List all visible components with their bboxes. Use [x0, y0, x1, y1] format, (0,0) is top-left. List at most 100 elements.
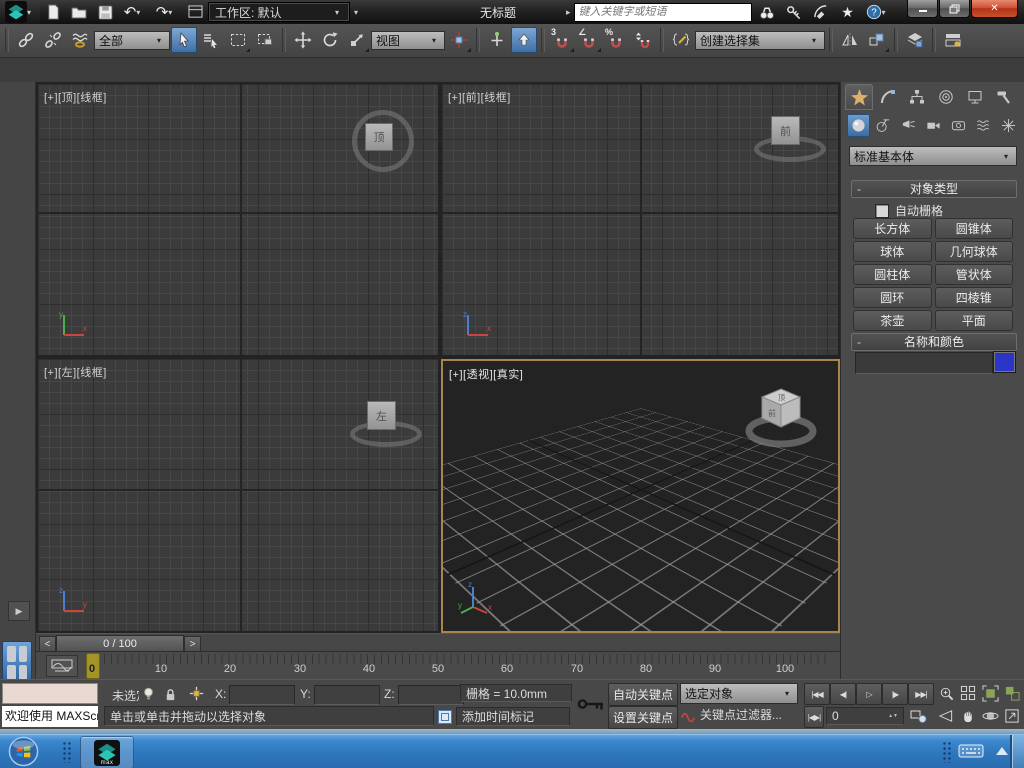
next-frame-button[interactable]: |▶: [882, 683, 908, 705]
set-key-button[interactable]: 设置关键点: [608, 706, 678, 729]
redo-caret-icon[interactable]: ▾: [168, 8, 176, 17]
frame-spinner[interactable]: ▲▼: [888, 713, 898, 719]
torus-button[interactable]: 圆环: [853, 287, 932, 308]
minimize-button[interactable]: [907, 0, 938, 18]
add-time-tag-button[interactable]: 添加时间标记: [456, 707, 570, 726]
viewcube-left-face[interactable]: 左: [367, 401, 396, 430]
key-filter-dropdown[interactable]: 选定对象 ▾: [680, 683, 798, 704]
angle-snap-button[interactable]: ∠: [576, 27, 602, 53]
isolate-selection-icon[interactable]: [138, 684, 158, 704]
category-geometry-button[interactable]: [847, 114, 870, 137]
show-hidden-icons-arrow[interactable]: [996, 747, 1008, 755]
time-slider-next-button[interactable]: >: [184, 636, 201, 652]
key-login-icon[interactable]: [782, 2, 806, 22]
x-coordinate-field[interactable]: [229, 685, 295, 705]
object-name-input[interactable]: [855, 352, 993, 374]
tab-modify[interactable]: [874, 84, 902, 110]
rectangular-selection-region-button[interactable]: [225, 27, 251, 53]
object-color-swatch[interactable]: [993, 351, 1016, 373]
snaps-toggle-3d-button[interactable]: 3: [549, 27, 575, 53]
box-button[interactable]: 长方体: [853, 218, 932, 239]
spinner-snap-button[interactable]: [630, 27, 656, 53]
close-button[interactable]: ✕: [971, 0, 1018, 18]
graphite-ribbon-toggle-button[interactable]: [940, 27, 966, 53]
show-desktop-button[interactable]: [1010, 735, 1024, 768]
tab-display[interactable]: [961, 84, 989, 110]
start-button[interactable]: [8, 736, 39, 767]
go-to-start-button[interactable]: |◀◀: [804, 683, 830, 705]
category-shapes-button[interactable]: [872, 114, 895, 137]
viewport-top-label[interactable]: [+][顶][线框]: [44, 89, 107, 105]
track-bar[interactable]: 0 10 20 30 40 50 60 70 80 90 100: [36, 651, 840, 679]
named-selection-sets-dropdown[interactable]: 创建选择集 ▾: [695, 30, 825, 50]
category-helpers-button[interactable]: [947, 114, 970, 137]
autogrid-checkbox[interactable]: [875, 203, 889, 218]
viewport-front-label[interactable]: [+][前][线框]: [448, 89, 511, 105]
maximize-button[interactable]: [939, 0, 970, 18]
percent-snap-button[interactable]: %: [603, 27, 629, 53]
viewport-top[interactable]: [+][顶][线框] 顶 y x: [38, 84, 438, 355]
maximize-viewport-toggle-icon[interactable]: [1002, 706, 1022, 726]
plane-button[interactable]: 平面: [934, 310, 1013, 331]
tube-button[interactable]: 管状体: [934, 264, 1013, 285]
keyboard-shortcut-override-button[interactable]: [511, 27, 537, 53]
category-lights-button[interactable]: [897, 114, 920, 137]
z-coordinate-field[interactable]: [398, 685, 464, 705]
app-menu-button[interactable]: ▾: [0, 0, 40, 24]
category-systems-button[interactable]: [997, 114, 1020, 137]
select-by-name-button[interactable]: [198, 27, 224, 53]
layer-manager-button[interactable]: [902, 27, 928, 53]
maxscript-mini-listener[interactable]: [2, 683, 98, 704]
orbit-icon[interactable]: [980, 706, 1000, 726]
selection-lock-icon[interactable]: [160, 684, 180, 704]
open-file-button[interactable]: [66, 2, 92, 22]
time-configuration-icon[interactable]: [908, 706, 928, 726]
cone-button[interactable]: 圆锥体: [934, 218, 1013, 239]
time-tag-icon[interactable]: [436, 707, 453, 727]
help-caret-icon[interactable]: ▾: [882, 8, 890, 17]
current-frame-field[interactable]: 0 ▲▼: [826, 707, 904, 725]
undo-caret-icon[interactable]: ▾: [136, 8, 144, 17]
selection-filter-dropdown[interactable]: 全部 ▾: [94, 30, 170, 50]
workspace-dropdown[interactable]: 工作区: 默认 ▾: [208, 2, 350, 22]
name-color-rollout-header[interactable]: - 名称和颜色: [851, 333, 1017, 351]
expand-panel-arrow-icon[interactable]: ▶: [8, 601, 30, 621]
rollout-collapse-icon[interactable]: -: [857, 334, 861, 350]
toggle-key-mode-icon[interactable]: [576, 688, 606, 720]
communication-center-icon[interactable]: [809, 2, 833, 22]
select-and-manipulate-button[interactable]: [484, 27, 510, 53]
category-cameras-button[interactable]: [922, 114, 945, 137]
viewport-perspective-label[interactable]: [+][透视][真实]: [449, 366, 523, 382]
maxscript-welcome-text[interactable]: 欢迎使用 MAXScript: [2, 706, 98, 727]
viewport-left[interactable]: [+][左][线框] 左 z y: [38, 359, 438, 631]
select-and-link-icon[interactable]: [13, 27, 39, 53]
tab-motion[interactable]: [932, 84, 960, 110]
viewcube-3d[interactable]: 顶 前: [742, 383, 820, 449]
zoom-icon[interactable]: [936, 683, 956, 703]
zoom-extents-icon[interactable]: [980, 683, 1000, 703]
infocenter-expand-icon[interactable]: ▸: [566, 7, 571, 18]
viewport-perspective-active[interactable]: [+][透视][真实] 顶 前 z x y: [441, 359, 840, 633]
viewport-left-label[interactable]: [+][左][线框]: [44, 364, 107, 380]
cylinder-button[interactable]: 圆柱体: [853, 264, 932, 285]
window-crossing-toggle-button[interactable]: [252, 27, 278, 53]
select-and-scale-button[interactable]: [344, 27, 370, 53]
coordinate-system-dropdown[interactable]: 视图 ▾: [371, 30, 445, 50]
pyramid-button[interactable]: 四棱锥: [934, 287, 1013, 308]
search-input[interactable]: [573, 2, 752, 22]
touch-keyboard-tray-icon[interactable]: [958, 742, 984, 760]
field-of-view-icon[interactable]: [936, 706, 956, 726]
sphere-button[interactable]: 球体: [853, 241, 932, 262]
tab-create[interactable]: [845, 84, 873, 110]
time-slider-prev-button[interactable]: <: [39, 636, 56, 652]
viewcube-front-face[interactable]: 前: [771, 116, 800, 145]
viewcube-top-face[interactable]: 顶: [365, 123, 393, 151]
help-button[interactable]: ? ▾: [863, 2, 893, 22]
previous-frame-button[interactable]: ◀|: [830, 683, 856, 705]
save-file-button[interactable]: [92, 2, 118, 22]
edit-named-selection-sets-button[interactable]: [668, 27, 694, 53]
go-to-end-button[interactable]: ▶▶|: [908, 683, 934, 705]
viewport-front[interactable]: [+][前][线框] 前 z x: [442, 84, 838, 355]
key-mode-toggle-button[interactable]: |◀▶|: [804, 706, 824, 728]
select-and-rotate-button[interactable]: [317, 27, 343, 53]
